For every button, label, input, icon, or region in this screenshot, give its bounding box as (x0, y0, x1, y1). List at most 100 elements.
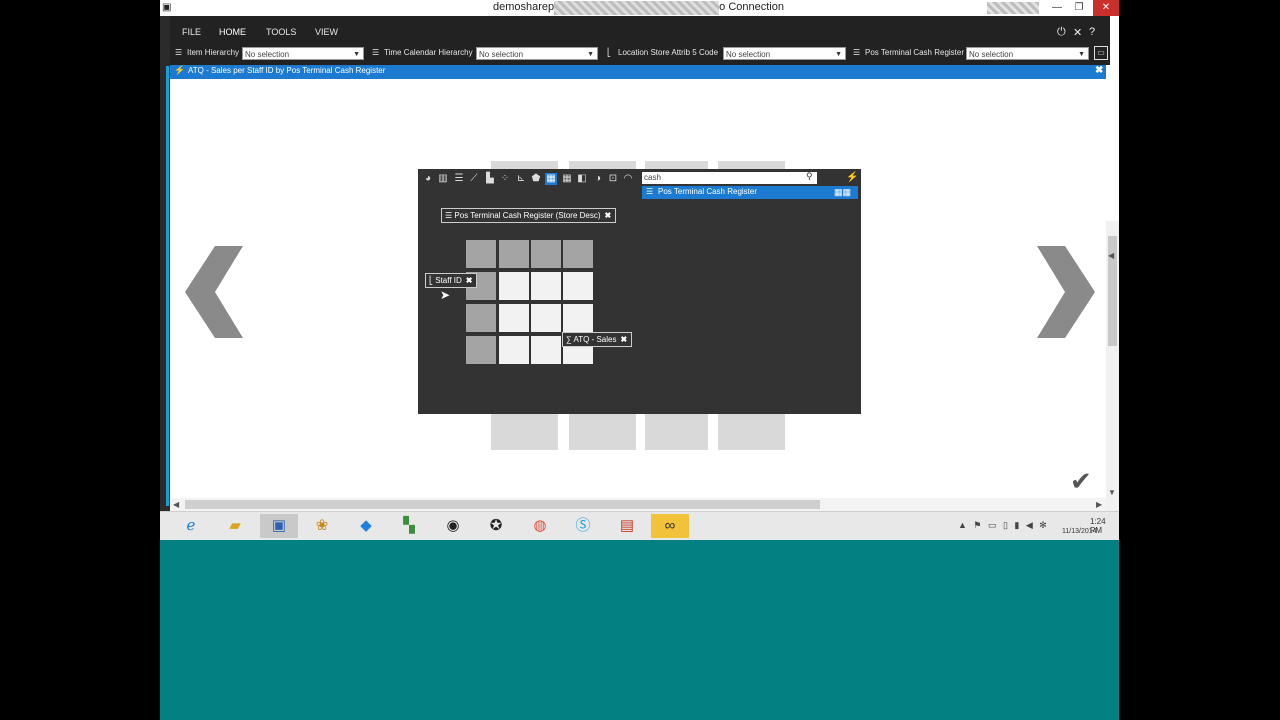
column-chart-icon[interactable]: ▥ (437, 173, 449, 185)
horizontal-scroll-thumb[interactable] (185, 500, 820, 509)
chevron-down-icon: ▼ (587, 51, 594, 58)
chevron-down-icon: ▼ (353, 51, 360, 58)
bi-application: FILE HOME TOOLS VIEW ⏻ ✕ ? ☰ Item Hierar… (160, 16, 1119, 511)
column-field-chip[interactable]: ☰ Pos Terminal Cash Register (Store Desc… (441, 208, 617, 223)
area-chart-icon[interactable]: ▙ (484, 173, 496, 185)
window-frame-accent (166, 66, 169, 506)
filter-label-item-hierarchy: Item Hierarchy (187, 48, 240, 57)
visualization-builder: ◕ ▥ ☰ ⟋ ▙ ⁘ ⊾ ⬟ ▦ ▦ ◧ ◑ ⊡ ◠ cash ⚲ ⚡ ☰ P… (418, 169, 861, 414)
filter-value: No selection (245, 50, 290, 59)
table-icon[interactable]: ▦ (561, 173, 573, 185)
filter-select-pos-terminal[interactable]: No selection ▼ (966, 47, 1089, 60)
scroll-right-icon[interactable]: ▶ (1096, 500, 1102, 509)
placeholder-tile (718, 414, 785, 450)
remove-icon[interactable]: ✖ (605, 211, 612, 220)
remote-desktop-icon[interactable]: ▣ (260, 514, 298, 538)
grid-row-header-cell (466, 336, 496, 364)
pie-chart-icon[interactable]: ◕ (422, 173, 434, 185)
grid-cell (499, 336, 529, 364)
ring-app-icon[interactable]: ◉ (434, 514, 472, 538)
treemap-icon[interactable]: ◧ (576, 173, 588, 185)
remove-icon[interactable]: ✖ (620, 335, 627, 344)
green-app-icon[interactable]: ▚ (390, 514, 428, 538)
scroll-left-icon[interactable]: ◀ (173, 500, 179, 509)
grid-header-cell (563, 240, 593, 268)
power-icon[interactable]: ⏻ (1057, 26, 1066, 39)
filter-label-pos-terminal: Pos Terminal Cash Register (865, 48, 965, 57)
hierarchy-icon: ☰ (175, 48, 183, 57)
tools-icon[interactable]: ✕ (1073, 26, 1082, 39)
lightning-icon: ⚡ (174, 65, 186, 75)
infinity-app-icon[interactable]: ∞ (651, 514, 689, 538)
hierarchy-icon: ☰ (372, 48, 380, 57)
powerpoint-icon[interactable]: ▤ (608, 514, 646, 538)
scatter-chart-icon[interactable]: ⁘ (499, 173, 511, 185)
add-to-grid-icon[interactable]: ▦▦ (834, 187, 851, 198)
grid-icon[interactable]: ▦ (545, 173, 557, 185)
system-tray[interactable]: ▲ ⚑ ▭ ▯ ▮ ◀ ✻ (958, 520, 1049, 531)
filter-label-time-calendar: Time Calendar Hierarchy (384, 48, 473, 57)
line-chart-icon[interactable]: ⟋ (468, 173, 480, 185)
tool-app-icon[interactable]: ✪ (477, 514, 515, 538)
grid-row-header-cell (466, 304, 496, 332)
grid-cell (499, 272, 529, 300)
view-tab[interactable]: ⚡ ATQ - Sales per Staff ID by Pos Termin… (170, 65, 1106, 79)
placeholder-tile (569, 414, 636, 450)
search-result-item[interactable]: ☰ Pos Terminal Cash Register ▦▦ (642, 186, 858, 199)
app-icon: ▣ (162, 2, 172, 13)
filter-bar: ☰ Item Hierarchy No selection ▼ ☰ Time Ca… (170, 45, 1110, 65)
attribute-icon: ⎣ (607, 48, 611, 57)
field-search-input[interactable]: cash (642, 172, 817, 184)
remote-desktop-screen: ▣ demosharep o Connection — ❐ ✕ FILE HOME… (160, 0, 1119, 720)
flower-app-icon[interactable]: ❀ (303, 514, 341, 538)
clock-date[interactable]: 11/13/2014 (1062, 528, 1097, 535)
placeholder-tile (491, 414, 558, 450)
restore-button[interactable]: ❐ (1068, 0, 1090, 16)
row-field-chip[interactable]: ⎣ Staff ID ✖ (425, 273, 478, 288)
previous-view-icon[interactable] (185, 246, 245, 338)
grid-cell (563, 304, 593, 332)
lightning-icon[interactable]: ⚡ (846, 172, 858, 183)
internet-explorer-icon[interactable]: ℯ (172, 514, 210, 538)
grid-cell (531, 304, 561, 332)
taskbar: ℯ ▰ ▣ ❀ ◆ ▚ ◉ ✪ ◍ Ⓢ ▤ ∞ ▲ ⚑ ▭ ▯ ▮ ◀ ✻ 1:… (160, 511, 1119, 540)
gauge-icon[interactable]: ◠ (622, 173, 634, 185)
collapse-panel-icon[interactable]: ◀ (1108, 251, 1114, 260)
file-explorer-icon[interactable]: ▰ (216, 514, 254, 538)
view-title: ATQ - Sales per Staff ID by Pos Terminal… (188, 66, 386, 75)
redacted-badge (987, 2, 1039, 14)
chip-label: Pos Terminal Cash Register (Store Desc) (454, 211, 601, 220)
close-view-icon[interactable]: ✖ (1095, 65, 1103, 76)
bar-chart-icon[interactable]: ☰ (453, 173, 465, 185)
hierarchy-icon: ☰ (445, 211, 455, 220)
menu-home[interactable]: HOME (219, 27, 246, 37)
chrome-icon[interactable]: ◍ (521, 514, 559, 538)
grid-header-cell (466, 240, 496, 268)
next-view-icon[interactable] (1035, 246, 1095, 338)
window-title-end: o Connection (719, 1, 784, 13)
menu-file[interactable]: FILE (182, 27, 201, 37)
grid-header-cell (499, 240, 529, 268)
filter-value: No selection (726, 50, 771, 59)
filter-select-location-store[interactable]: No selection ▼ (723, 47, 846, 60)
skype-icon[interactable]: Ⓢ (564, 514, 602, 538)
filter-select-item-hierarchy[interactable]: No selection ▼ (242, 47, 364, 60)
combo-chart-icon[interactable]: ⊾ (515, 173, 527, 185)
dropbox-icon[interactable]: ◆ (347, 514, 385, 538)
chevron-down-icon: ▼ (835, 51, 842, 58)
menu-tools[interactable]: TOOLS (266, 27, 296, 37)
remove-icon[interactable]: ✖ (466, 276, 473, 285)
search-icon[interactable]: ⚲ (806, 171, 813, 182)
menu-view[interactable]: VIEW (315, 27, 338, 37)
network-icon[interactable]: ⊡ (607, 173, 619, 185)
expand-ribbon-icon[interactable]: ▭ (1094, 46, 1108, 60)
bubble-icon[interactable]: ◑ (592, 173, 604, 185)
close-button[interactable]: ✕ (1093, 0, 1119, 16)
scroll-down-icon[interactable]: ▼ (1108, 488, 1116, 497)
confirm-check-icon[interactable]: ✔ (1070, 466, 1092, 497)
help-icon[interactable]: ? (1089, 26, 1095, 38)
filter-select-time-calendar[interactable]: No selection ▼ (476, 47, 598, 60)
map-chart-icon[interactable]: ⬟ (530, 173, 542, 185)
minimize-button[interactable]: — (1046, 0, 1068, 16)
measure-field-chip[interactable]: ∑ ATQ - Sales ✖ (562, 332, 633, 347)
